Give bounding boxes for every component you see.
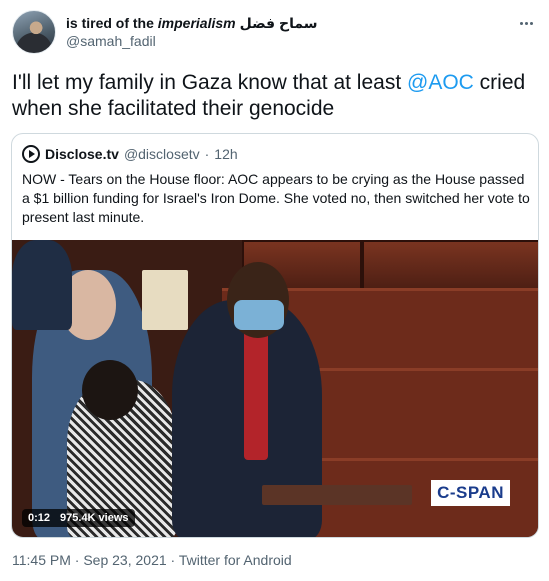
face-mask xyxy=(234,300,284,330)
more-dot xyxy=(524,21,528,25)
display-name-italic: imperialism xyxy=(157,15,236,31)
footer-separator: · xyxy=(170,552,176,568)
tweet-date[interactable]: Sep 23, 2021 xyxy=(83,552,166,568)
mention-link[interactable]: @AOC xyxy=(407,71,474,94)
play-logo-icon xyxy=(22,145,40,163)
author-handle[interactable]: @samah_fadil xyxy=(66,33,156,49)
more-dot xyxy=(519,21,523,25)
papers xyxy=(142,270,188,330)
cspan-watermark: C-SPAN xyxy=(431,480,510,506)
person-background xyxy=(12,240,72,330)
display-name-prefix: is tired of the xyxy=(66,15,158,31)
person-center-tie xyxy=(244,330,268,460)
tweet-time[interactable]: 11:45 PM xyxy=(12,552,71,568)
author-name-row[interactable]: is tired of the imperialism سماح فضل xyxy=(66,13,509,33)
person-woman-head xyxy=(82,360,138,420)
video-duration: 0:12 xyxy=(28,512,51,524)
quoted-separator: · xyxy=(204,146,210,162)
quoted-tweet-text: NOW - Tears on the House floor: AOC appe… xyxy=(22,171,530,225)
quoted-timestamp: 12h xyxy=(214,146,238,162)
footer-separator: · xyxy=(74,552,80,568)
video-views: 975.4K views xyxy=(60,512,129,524)
podium xyxy=(262,485,412,505)
video-player[interactable]: 0:12 975.4K views C-SPAN xyxy=(12,240,538,537)
chamber-panel xyxy=(362,240,538,290)
quoted-author-name: Disclose.tv xyxy=(45,146,119,162)
tweet-text: I'll let my family in Gaza know that at … xyxy=(12,70,537,122)
chamber-seats xyxy=(312,368,538,458)
video-stats-badge: 0:12 975.4K views xyxy=(22,509,135,527)
author-display-name[interactable]: is tired of the imperialism xyxy=(66,15,236,31)
tweet-footer: 11:45 PM · Sep 23, 2021 · Twitter for An… xyxy=(12,552,292,568)
quoted-tweet-header: Disclose.tv @disclosetv · 12h xyxy=(22,144,238,164)
more-options-button[interactable] xyxy=(515,12,537,34)
more-dot xyxy=(529,21,533,25)
author-display-name-arabic: سماح فضل xyxy=(239,14,318,31)
tweet-text-part: I'll let my family in Gaza know that at … xyxy=(12,71,407,94)
author-avatar[interactable] xyxy=(12,10,56,54)
quoted-author-handle: @disclosetv xyxy=(123,146,200,162)
quoted-tweet[interactable]: Disclose.tv @disclosetv · 12h NOW - Tear… xyxy=(11,133,539,538)
tweet-source[interactable]: Twitter for Android xyxy=(179,552,292,568)
